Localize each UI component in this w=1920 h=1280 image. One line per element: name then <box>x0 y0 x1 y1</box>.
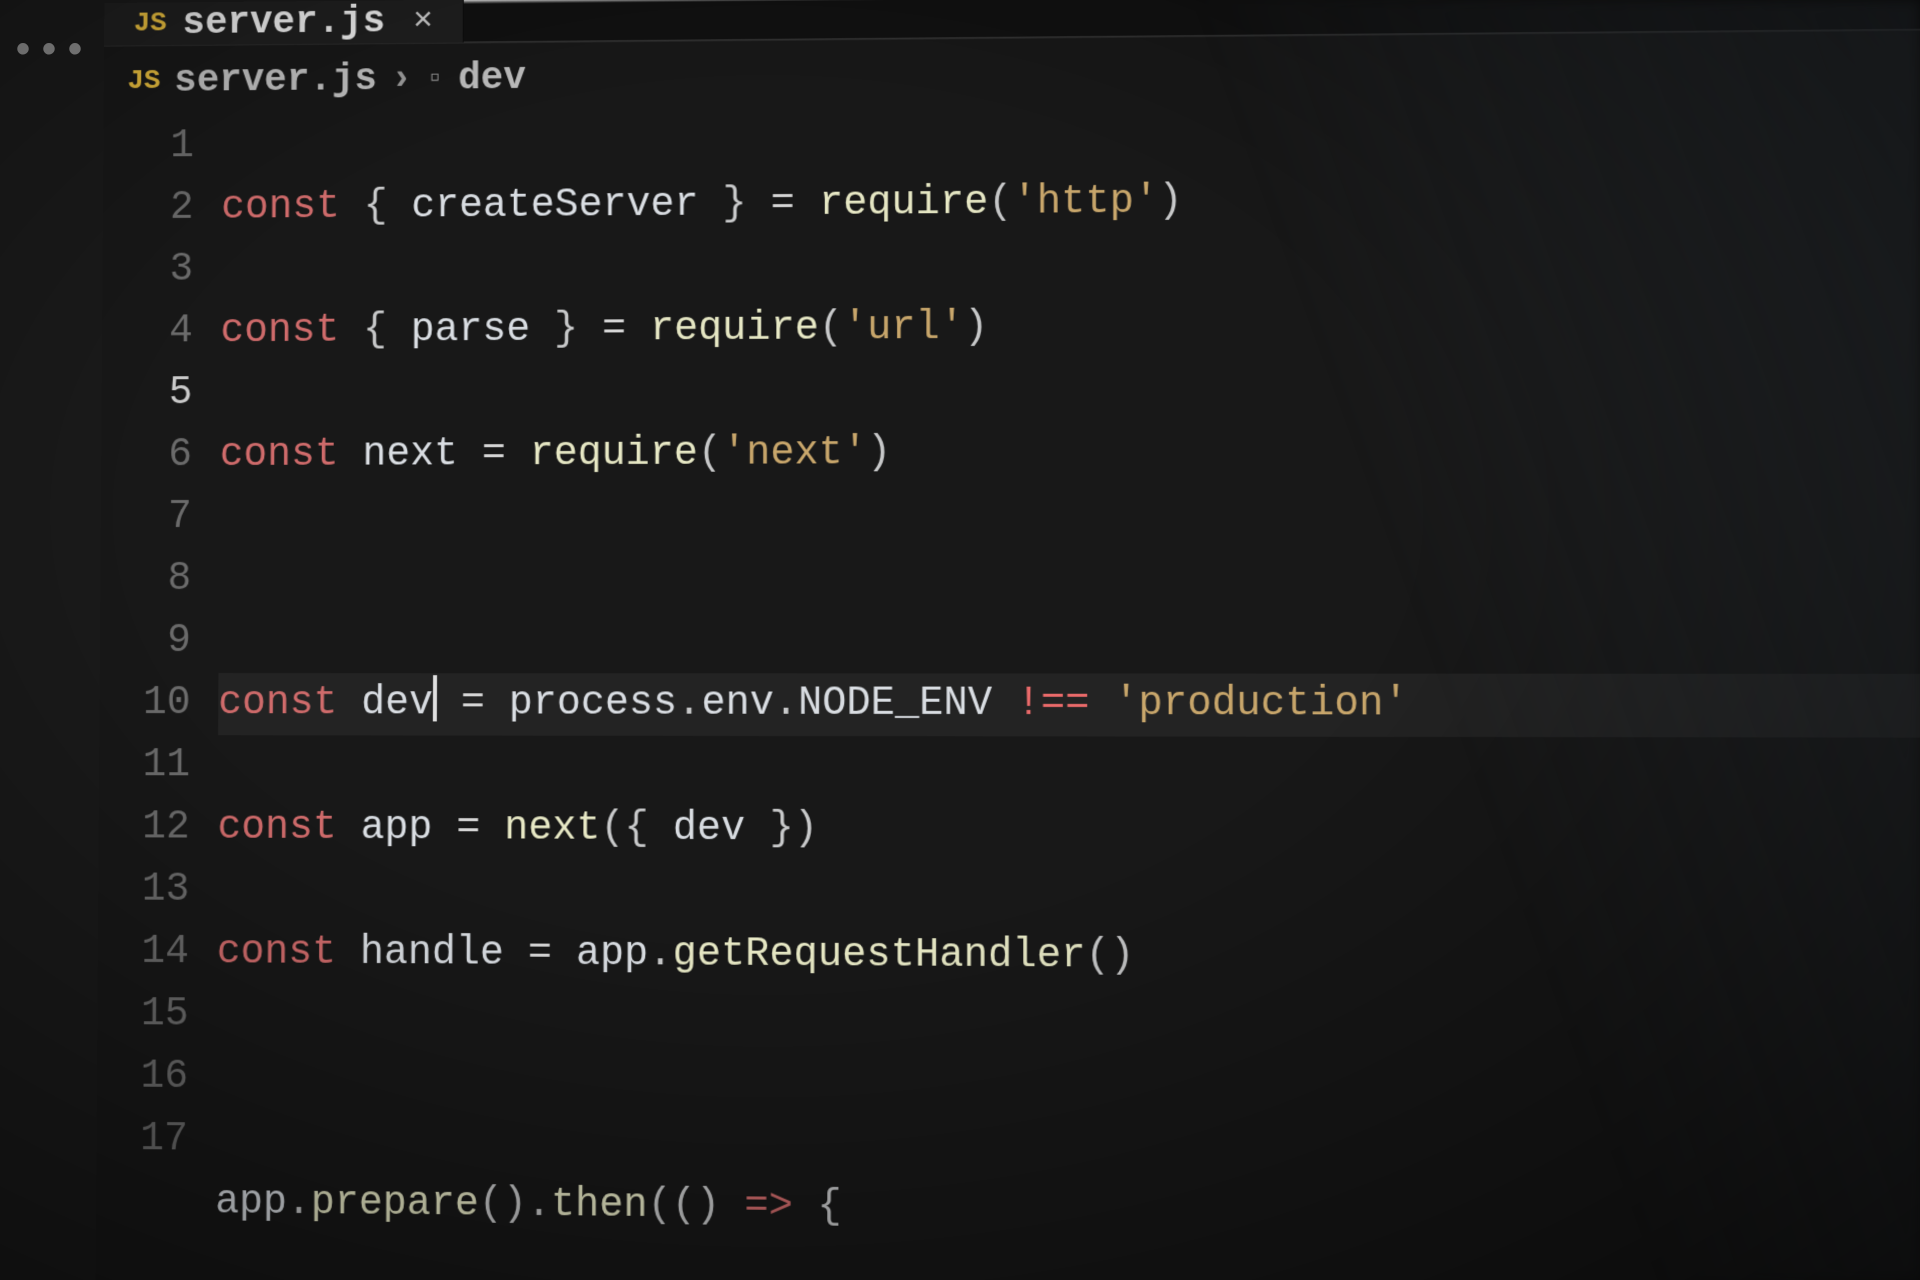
line-number: 14 <box>98 922 190 985</box>
symbol-icon: ▫ <box>426 62 444 96</box>
editor-main: JS server.js × JS server.js › ▫ dev 1 2 … <box>96 0 1920 1280</box>
editor-body[interactable]: 1 2 3 4 5 6 7 8 9 10 11 12 13 14 15 16 1… <box>88 99 1920 1280</box>
line-number: 6 <box>101 425 192 487</box>
activity-bar: ••• <box>0 0 100 1280</box>
close-icon[interactable]: × <box>413 2 433 40</box>
code-line[interactable]: const app = next({ dev }) <box>217 797 1920 865</box>
line-number: 7 <box>101 487 192 549</box>
code-line[interactable] <box>219 547 1920 611</box>
line-number: 2 <box>103 178 194 240</box>
code-line[interactable]: app.prepare().then(() => { <box>215 1172 1920 1250</box>
line-number: 8 <box>100 549 191 611</box>
line-number: 10 <box>99 673 190 735</box>
chevron-right-icon: › <box>391 59 413 100</box>
line-number: 17 <box>96 1109 188 1172</box>
overflow-menu-icon[interactable]: ••• <box>11 30 89 75</box>
tab-server-js[interactable]: JS server.js × <box>104 0 464 46</box>
code-area[interactable]: const { createServer } = require('http')… <box>208 103 1920 1280</box>
line-number: 4 <box>102 301 193 363</box>
line-number: 11 <box>99 735 190 797</box>
breadcrumb-file[interactable]: server.js <box>174 58 377 102</box>
breadcrumb-symbol[interactable]: dev <box>458 57 526 100</box>
line-number: 13 <box>98 859 189 922</box>
line-number: 15 <box>97 984 189 1047</box>
line-number: 12 <box>98 797 189 859</box>
line-number: 5 <box>101 363 192 425</box>
line-number: 1 <box>103 116 194 178</box>
code-line-current[interactable]: const dev = process.env.NODE_ENV !== 'pr… <box>218 673 1920 738</box>
line-number: 3 <box>102 240 193 302</box>
js-file-icon: JS <box>127 66 160 97</box>
code-line[interactable]: const next = require('next') <box>220 420 1920 487</box>
code-line[interactable] <box>216 1047 1920 1121</box>
code-line[interactable]: const handle = app.getRequestHandler() <box>217 922 1920 993</box>
line-number: 9 <box>100 611 191 673</box>
tab-filename: server.js <box>182 0 385 45</box>
code-line[interactable]: const { createServer } = require('http') <box>221 166 1920 239</box>
code-line[interactable]: const { parse } = require('url') <box>220 293 1920 363</box>
js-file-icon: JS <box>134 8 167 39</box>
line-number-gutter: 1 2 3 4 5 6 7 8 9 10 11 12 13 14 15 16 1… <box>88 116 222 1280</box>
editor-root: ••• JS server.js × JS server.js › ▫ dev … <box>0 0 1920 1280</box>
line-number: 16 <box>97 1046 189 1109</box>
